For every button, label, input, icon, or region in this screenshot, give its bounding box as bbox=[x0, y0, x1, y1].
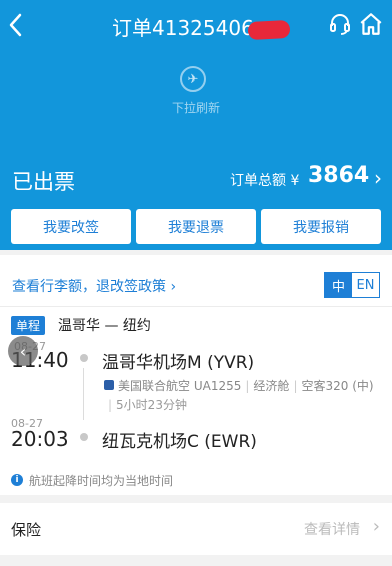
back-button[interactable] bbox=[0, 8, 30, 42]
nav-bar: 订单41325406 bbox=[0, 0, 392, 50]
flight-duration: 5小时23分钟 bbox=[116, 398, 187, 412]
timeline-dot bbox=[80, 354, 88, 362]
ticket-status: 已出票 bbox=[12, 170, 75, 194]
total-label[interactable]: 订单总额 ¥ bbox=[230, 170, 299, 190]
route-text: 温哥华 — 纽约 bbox=[58, 318, 151, 334]
chevron-right-icon[interactable]: › bbox=[373, 516, 380, 537]
reimburse-button[interactable]: 我要报销 bbox=[261, 209, 381, 244]
pull-to-refresh-hint: 下拉刷新 bbox=[171, 101, 220, 115]
arrival-airport: 纽瓦克机场C (EWR) bbox=[102, 432, 257, 452]
local-time-note: 航班起降时间均为当地时间 bbox=[29, 474, 174, 488]
change-ticket-button[interactable]: 我要改签 bbox=[11, 209, 131, 244]
insurance-label: 保险 bbox=[11, 521, 42, 539]
timeline-dot bbox=[80, 433, 88, 441]
airline-logo-icon bbox=[104, 380, 114, 390]
cabin-class: 经济舱 bbox=[253, 379, 290, 393]
order-number: 订单41325406 bbox=[112, 16, 254, 40]
page-title: 订单41325406 bbox=[112, 12, 291, 41]
home-icon[interactable] bbox=[358, 11, 384, 37]
floating-back-icon[interactable]: ‹ bbox=[8, 336, 38, 366]
flight-number: UA1255 bbox=[193, 379, 242, 393]
airline-name: 美国联合航空 bbox=[118, 379, 191, 393]
lang-en-option[interactable]: EN bbox=[352, 273, 379, 297]
chevron-right-icon[interactable]: › bbox=[374, 166, 382, 190]
aircraft-type: 空客320 (中) bbox=[301, 379, 374, 393]
headset-icon[interactable] bbox=[328, 12, 352, 36]
arrival-time: 20:03 bbox=[11, 427, 69, 451]
insurance-details-link[interactable]: 查看详情 bbox=[304, 519, 360, 539]
trip-type-badge: 单程 bbox=[11, 316, 46, 335]
redaction-mark bbox=[247, 19, 291, 40]
flight-duration-row: | 5小时23分钟 bbox=[108, 398, 187, 412]
refund-ticket-button[interactable]: 我要退票 bbox=[136, 209, 256, 244]
lang-zh-option[interactable]: 中 bbox=[325, 273, 352, 297]
language-toggle[interactable]: 中 EN bbox=[324, 272, 380, 298]
refresh-logo-icon: ✈ bbox=[180, 66, 206, 92]
chevron-left-icon bbox=[9, 13, 22, 37]
flight-info: 美国联合航空 UA1255 | 经济舱 | 空客320 (中) bbox=[118, 379, 374, 393]
timeline-line bbox=[83, 368, 84, 420]
divider bbox=[0, 306, 392, 307]
total-amount[interactable]: 3864 bbox=[308, 163, 369, 188]
info-icon: i bbox=[11, 474, 23, 486]
departure-airport: 温哥华机场M (YVR) bbox=[102, 353, 255, 373]
baggage-policy-link[interactable]: 查看行李额，退改签政策 › bbox=[12, 276, 176, 296]
